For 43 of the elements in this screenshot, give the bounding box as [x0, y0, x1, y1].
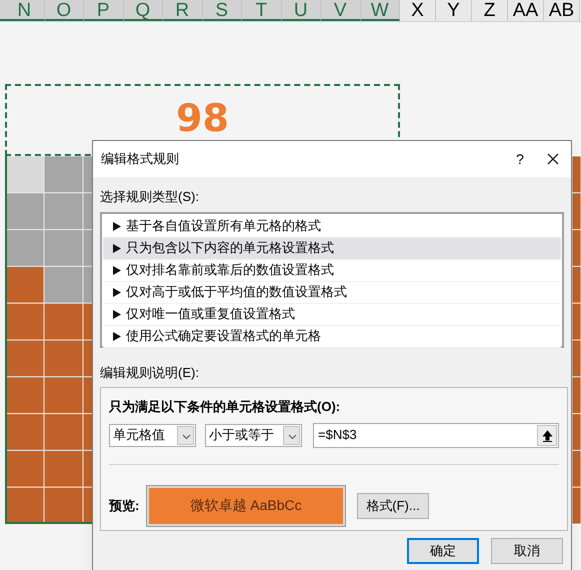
- triangle-icon: [113, 266, 121, 274]
- triangle-icon: [113, 244, 121, 252]
- column-header[interactable]: R: [163, 0, 202, 21]
- operator-dropdown[interactable]: 小于或等于: [205, 424, 302, 446]
- column-header[interactable]: AA: [508, 0, 544, 21]
- format-button[interactable]: 格式(F)...: [357, 492, 429, 518]
- triangle-icon: [113, 288, 121, 296]
- value-field[interactable]: =$N$3: [313, 422, 559, 448]
- help-button[interactable]: ?: [505, 148, 535, 170]
- column-header[interactable]: AB: [544, 0, 580, 21]
- column-header[interactable]: Z: [472, 0, 508, 21]
- triangle-icon: [113, 332, 121, 340]
- format-preview: 微软卓越 AaBbCc: [147, 486, 345, 526]
- rule-type-item[interactable]: 仅对高于或低于平均值的数值设置格式: [103, 282, 561, 304]
- close-icon[interactable]: [547, 153, 559, 165]
- column-header[interactable]: V: [321, 0, 360, 21]
- column-header[interactable]: X: [400, 0, 436, 21]
- section-label: 选择规则类型(S):: [100, 188, 200, 206]
- triangle-icon: [113, 222, 121, 230]
- column-header[interactable]: N: [5, 0, 44, 21]
- rule-type-item[interactable]: 仅对唯一值或重复值设置格式: [103, 304, 561, 326]
- column-header[interactable]: Y: [436, 0, 472, 21]
- dialog-button[interactable]: 确定: [407, 538, 479, 564]
- caret-icon: [177, 426, 194, 444]
- section-label: 编辑规则说明(E):: [100, 364, 200, 382]
- column-header[interactable]: Q: [124, 0, 163, 21]
- column-header[interactable]: O: [44, 0, 84, 21]
- rule-type-item[interactable]: 只为包含以下内容的单元格设置格式: [103, 238, 561, 260]
- column-header[interactable]: S: [202, 0, 242, 21]
- shape-value: 98: [176, 98, 229, 138]
- dialog-button[interactable]: 取消: [491, 538, 563, 564]
- rule-type-item[interactable]: 使用公式确定要设置格式的单元格: [103, 326, 561, 348]
- condition-heading: 只为满足以下条件的单元格设置格式(O):: [109, 398, 342, 416]
- condition-dropdown[interactable]: 单元格值: [109, 424, 196, 446]
- column-header[interactable]: P: [84, 0, 124, 21]
- preview-label: 预览:: [109, 496, 140, 515]
- triangle-icon: [113, 310, 121, 318]
- column-header[interactable]: W: [360, 0, 400, 21]
- column-header[interactable]: T: [242, 0, 282, 21]
- rule-type-item[interactable]: 仅对排名靠前或靠后的数值设置格式: [103, 260, 561, 282]
- collapse-dialog-icon[interactable]: [537, 424, 557, 446]
- caret-icon: [283, 426, 300, 444]
- column-header[interactable]: U: [282, 0, 321, 21]
